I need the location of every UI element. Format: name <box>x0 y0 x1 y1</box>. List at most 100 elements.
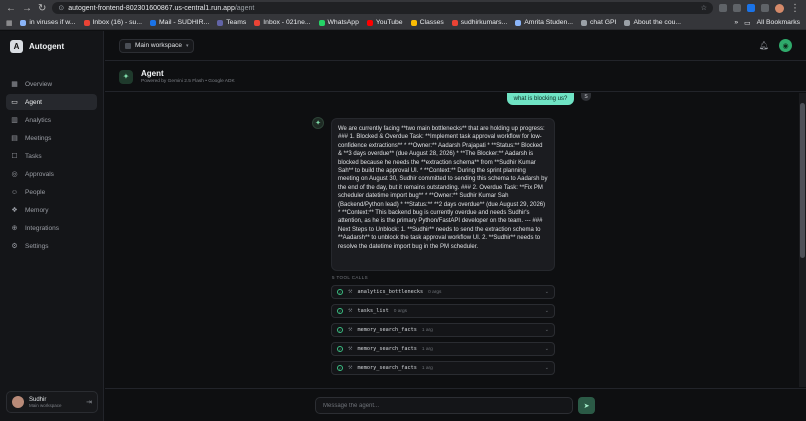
scrollbar-thumb[interactable] <box>800 103 805 258</box>
profile-avatar[interactable] <box>775 3 784 13</box>
bookmark-item[interactable]: sudhirkumars... <box>451 19 507 26</box>
message-input[interactable] <box>315 397 573 414</box>
star-icon[interactable]: ☆ <box>701 4 707 12</box>
bookmark-item[interactable]: Classes <box>410 19 444 26</box>
chevron-down-icon: ⌄ <box>544 327 549 333</box>
back-icon[interactable]: ← <box>6 3 16 14</box>
user-message: what is blocking us? <box>507 93 574 105</box>
bookmark-label: Amrita Studen... <box>524 19 573 26</box>
reload-icon[interactable]: ↻ <box>38 3 46 14</box>
sidebar-item-overview[interactable]: ▦ Overview <box>6 76 97 92</box>
wrench-icon: ⚒ <box>348 308 353 314</box>
bell-icon[interactable]: 🔔︎ <box>759 41 769 50</box>
bookmark-label: WhatsApp <box>327 19 359 26</box>
tool-call-item[interactable]: ✓ ⚒ memory_search_facts 1 arg ⌄ <box>331 323 555 337</box>
bookmark-item[interactable]: chat GPI <box>580 19 616 26</box>
sidebar-item-label: Meetings <box>25 134 52 142</box>
sidebar-item-label: Settings <box>25 242 49 250</box>
tool-call-item[interactable]: ✓ ⚒ analytics_bottlenecks 0 args ⌄ <box>331 285 555 299</box>
bookmark-label: Inbox (16) - su... <box>92 19 143 26</box>
bookmark-favicon-icon <box>83 19 90 26</box>
sidebar-item-label: Tasks <box>25 152 42 160</box>
brand-name: Autogent <box>29 42 65 51</box>
check-icon: ✓ <box>337 289 343 295</box>
wrench-icon: ⚒ <box>348 346 353 352</box>
sidebar-item-people[interactable]: ☺ People <box>6 184 97 200</box>
extension-icon[interactable] <box>733 4 741 12</box>
chevron-down-icon: ⌄ <box>544 308 549 314</box>
sidebar-item-approvals[interactable]: ◎ Approvals <box>6 166 97 182</box>
bookmark-favicon-icon <box>624 19 631 26</box>
people-icon: ☺ <box>10 188 19 196</box>
chevron-down-icon: ⌄ <box>544 289 549 295</box>
address-bar[interactable]: ⊙ autogent-frontend-802301600867.us-cent… <box>52 2 713 14</box>
bookmark-item[interactable]: About the cou... <box>624 19 681 26</box>
bookmark-favicon-icon <box>515 19 522 26</box>
menu-icon[interactable]: ⋮ <box>790 3 800 14</box>
bookmarks-bar: ▦ in viruses if w... Inbox (16) - su... Ma… <box>0 16 806 30</box>
forward-icon[interactable]: → <box>22 3 32 14</box>
chat-scrollbar[interactable] <box>799 93 806 387</box>
sidebar-item-agent[interactable]: ▭ Agent <box>6 94 97 110</box>
bookmark-item[interactable]: YouTube <box>366 19 403 26</box>
tool-call-item[interactable]: ✓ ⚒ memory_search_facts 1 arg ⌄ <box>331 361 555 375</box>
extension-icon[interactable] <box>761 4 769 12</box>
sidebar-item-label: Memory <box>25 206 49 214</box>
gear-icon: ⚙ <box>11 243 18 250</box>
sidebar: A Autogent ▦ Overview ▭ Agent ▥ Analytic… <box>0 31 104 421</box>
wrench-icon: ⚒ <box>348 289 353 295</box>
bookmark-label: Mail - SUDHIR... <box>159 19 210 26</box>
send-icon: ➤ <box>583 402 590 410</box>
tool-args: 0 args <box>428 289 442 295</box>
agent-sparkle-icon: ✦ <box>119 69 133 84</box>
sidebar-item-label: Overview <box>25 80 53 88</box>
chevron-down-icon: ⌄ <box>544 346 549 352</box>
check-circle-icon: ◎ <box>11 171 18 178</box>
wrench-icon: ⚒ <box>348 327 353 333</box>
send-button[interactable]: ➤ <box>578 397 595 414</box>
bookmark-item[interactable]: Inbox - 021ne... <box>254 19 311 26</box>
bookmark-label: About the cou... <box>633 19 682 26</box>
account-button[interactable]: ◉ <box>779 39 792 52</box>
user-profile[interactable]: Sudhir Main workspace ⇥ <box>6 391 98 413</box>
extension-icon[interactable] <box>719 4 727 12</box>
bookmark-item[interactable]: Mail - SUDHIR... <box>150 19 209 26</box>
sidebar-item-meetings[interactable]: ▤ Meetings <box>6 130 97 146</box>
sidebar-item-memory[interactable]: ❖ Memory <box>6 202 97 218</box>
sidebar-item-analytics[interactable]: ▥ Analytics <box>6 112 97 128</box>
apps-icon[interactable]: ▦ <box>6 19 12 27</box>
extension-icon[interactable] <box>747 4 755 12</box>
bookmark-item[interactable]: Teams <box>217 19 246 26</box>
chat-thread: what is blocking us? S ✦ We are currentl… <box>105 93 799 387</box>
site-info-icon[interactable]: ⊙ <box>58 4 64 12</box>
sidebar-item-settings[interactable]: ⚙ Settings <box>6 238 97 254</box>
all-bookmarks[interactable]: » ▭ All Bookmarks <box>734 19 800 27</box>
tool-name: analytics_bottlenecks <box>357 289 424 295</box>
agent-message: We are currently facing **two main bottl… <box>331 118 555 271</box>
agent-subtitle: Powered by Gemini 2.5 Flash • Google ADK <box>141 79 235 84</box>
tool-call-item[interactable]: ✓ ⚒ memory_search_facts 1 arg ⌄ <box>331 342 555 356</box>
brand[interactable]: A Autogent <box>0 31 103 62</box>
chat-icon: ▭ <box>11 99 18 106</box>
bookmark-favicon-icon <box>410 19 417 26</box>
bookmark-item[interactable]: Inbox (16) - su... <box>83 19 143 26</box>
bookmark-label: Classes <box>419 19 444 26</box>
brand-logo: A <box>10 40 23 53</box>
check-icon: ✓ <box>337 346 343 352</box>
avatar <box>12 396 24 408</box>
bookmark-item[interactable]: WhatsApp <box>318 19 359 26</box>
bookmark-favicon-icon <box>580 19 587 26</box>
workspace-selector[interactable]: Main workspace ▾ <box>119 38 195 53</box>
bookmark-item[interactable]: in viruses if w... <box>20 19 76 26</box>
page-title: Agent <box>141 69 164 78</box>
url-host: autogent-frontend-802301600867.us-centra… <box>68 4 235 12</box>
tool-name: memory_search_facts <box>357 346 417 352</box>
bookmark-item[interactable]: Amrita Studen... <box>515 19 573 26</box>
bookmark-favicon-icon <box>20 19 27 26</box>
agent-header: ✦ Agent Powered by Gemini 2.5 Flash • Go… <box>105 62 806 92</box>
sidebar-item-tasks[interactable]: ☐ Tasks <box>6 148 97 164</box>
sidebar-item-integrations[interactable]: ⊕ Integrations <box>6 220 97 236</box>
logout-icon[interactable]: ⇥ <box>86 398 92 406</box>
check-icon: ✓ <box>337 308 343 314</box>
tool-call-item[interactable]: ✓ ⚒ tasks_list 0 args ⌄ <box>331 304 555 318</box>
